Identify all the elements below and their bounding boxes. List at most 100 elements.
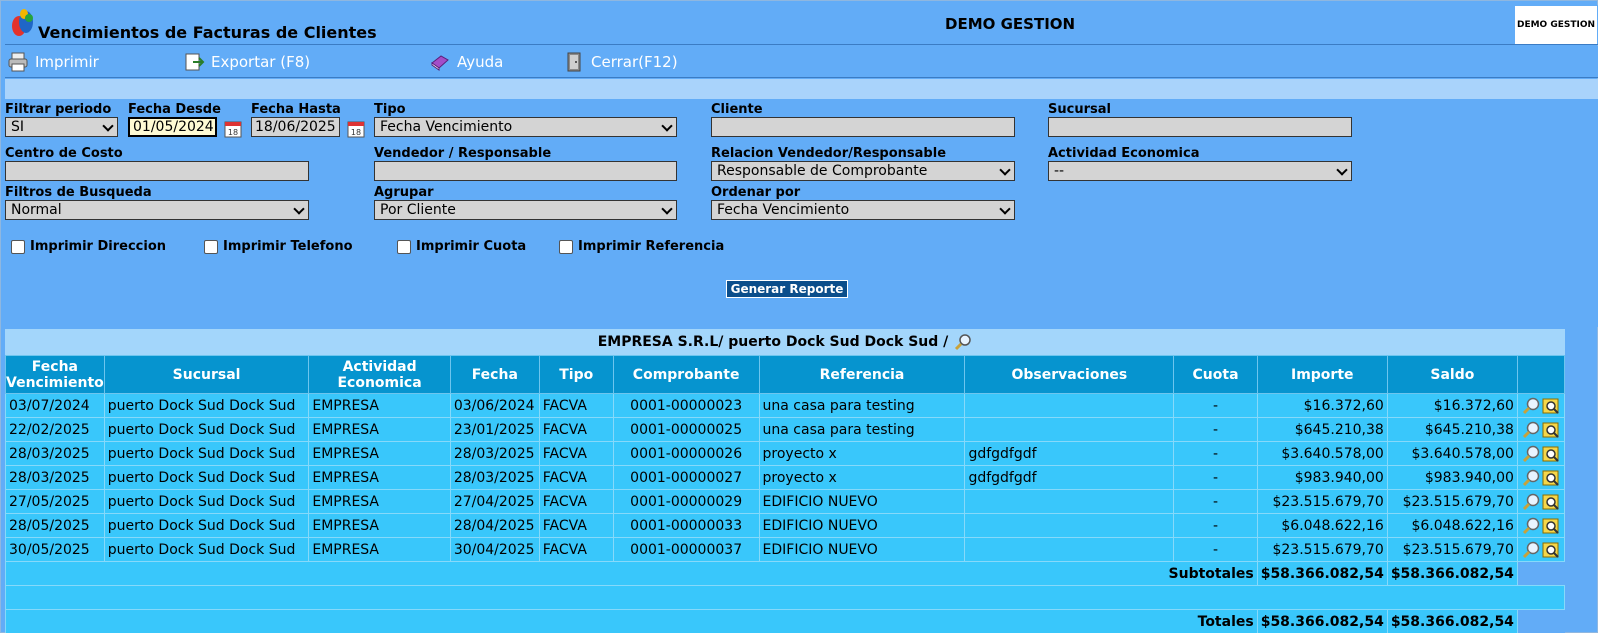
imprimir-direccion-check[interactable]: Imprimir Direccion	[11, 239, 166, 254]
export-icon	[185, 53, 205, 71]
ordenar-select[interactable]: Fecha Vencimiento	[711, 200, 1015, 220]
cell-comprobante: 0001-00000033	[612, 513, 760, 538]
document-search-icon[interactable]	[1541, 396, 1561, 416]
relacion-select[interactable]: Responsable de Comprobante	[711, 161, 1015, 181]
cell-cuota: -	[1173, 465, 1258, 490]
table-row[interactable]: 03/07/2024 puerto Dock Sud Dock Sud EMPRES…	[5, 393, 1566, 418]
sucursal-input[interactable]	[1048, 117, 1352, 137]
cell-cuota: -	[1173, 417, 1258, 442]
magnifier-icon[interactable]	[1521, 444, 1541, 464]
cell-fecha: 28/04/2025	[449, 513, 540, 538]
cell-saldo: $6.048.622,16	[1386, 513, 1518, 538]
table-header-row: Fecha Vencimiento Sucursal Actividad Econo…	[5, 355, 1566, 394]
separator-band	[5, 79, 1598, 99]
imprimir-cuota-check[interactable]: Imprimir Cuota	[397, 239, 526, 254]
magnifier-icon[interactable]	[1521, 396, 1541, 416]
close-button[interactable]: Cerrar(F12)	[563, 50, 678, 74]
cell-actividad: EMPRESA	[308, 465, 451, 490]
checkbox[interactable]	[11, 239, 25, 254]
col-cuota[interactable]: Cuota	[1173, 355, 1258, 394]
magnifier-icon[interactable]	[1521, 468, 1541, 488]
col-fecha-vencimiento[interactable]: Fecha Vencimiento	[5, 355, 105, 394]
fecha-hasta-input[interactable]: 18/06/2025	[251, 117, 340, 137]
printer-icon	[8, 52, 28, 72]
cell-cuota: -	[1173, 513, 1258, 538]
filtrar-periodo-select[interactable]: SI	[5, 117, 118, 137]
table-row[interactable]: 30/05/2025 puerto Dock Sud Dock Sud EMPRES…	[5, 537, 1566, 562]
document-search-icon[interactable]	[1541, 468, 1561, 488]
calendar-icon[interactable]: 18	[222, 118, 244, 140]
col-fecha[interactable]: Fecha	[449, 355, 540, 394]
agrupar-select[interactable]: Por Cliente	[374, 200, 677, 220]
cliente-input[interactable]	[711, 117, 1015, 137]
cell-comprobante: 0001-00000027	[612, 465, 760, 490]
actividad-label: Actividad Economica	[1048, 146, 1200, 161]
help-button[interactable]: Ayuda	[429, 50, 503, 74]
tipo-select[interactable]: Fecha Vencimiento	[374, 117, 677, 137]
generar-reporte-button[interactable]: Generar Reporte	[726, 280, 848, 298]
cell-saldo: $3.640.578,00	[1386, 441, 1518, 466]
document-search-icon[interactable]	[1541, 444, 1561, 464]
centro-costo-input[interactable]	[5, 161, 309, 181]
cell-referencia: EDIFICIO NUEVO	[758, 489, 966, 514]
col-tipo[interactable]: Tipo	[538, 355, 614, 394]
imprimir-telefono-check[interactable]: Imprimir Telefono	[204, 239, 353, 254]
cell-fecha-vencimiento: 28/03/2025	[5, 465, 105, 490]
magnifier-icon[interactable]	[1521, 540, 1541, 560]
cell-comprobante: 0001-00000025	[612, 417, 760, 442]
cell-importe: $6.048.622,16	[1256, 513, 1388, 538]
col-observaciones[interactable]: Observaciones	[964, 355, 1175, 394]
toolbar: Imprimir Exportar (F8) Ayuda Cerrar(F12)	[5, 46, 1598, 78]
document-search-icon[interactable]	[1541, 516, 1561, 536]
magnifier-icon[interactable]	[954, 333, 972, 351]
col-referencia[interactable]: Referencia	[758, 355, 966, 394]
svg-text:18: 18	[351, 128, 361, 137]
col-comprobante[interactable]: Comprobante	[612, 355, 760, 394]
cell-sucursal: puerto Dock Sud Dock Sud	[103, 465, 310, 490]
vendedor-input[interactable]	[374, 161, 677, 181]
cell-actividad: EMPRESA	[308, 393, 451, 418]
document-search-icon[interactable]	[1541, 420, 1561, 440]
imprimir-direccion-label: Imprimir Direccion	[30, 239, 167, 254]
checkbox[interactable]	[204, 239, 218, 254]
magnifier-icon[interactable]	[1521, 516, 1541, 536]
centro-costo-label: Centro de Costo	[5, 146, 123, 161]
brand-logo: DEMO GESTION	[1515, 6, 1597, 44]
table-row[interactable]: 28/03/2025 puerto Dock Sud Dock Sud EMPRES…	[5, 441, 1566, 466]
row-actions	[1516, 441, 1566, 466]
col-saldo[interactable]: Saldo	[1386, 355, 1518, 394]
magnifier-icon[interactable]	[1521, 492, 1541, 512]
cell-saldo: $645.210,38	[1386, 417, 1518, 442]
table-row[interactable]: 28/03/2025 puerto Dock Sud Dock Sud EMPRES…	[5, 465, 1566, 490]
cell-sucursal: puerto Dock Sud Dock Sud	[103, 417, 310, 442]
document-search-icon[interactable]	[1541, 540, 1561, 560]
table-row[interactable]: 28/05/2025 puerto Dock Sud Dock Sud EMPRES…	[5, 513, 1566, 538]
export-button[interactable]: Exportar (F8)	[183, 50, 310, 74]
cell-fecha-vencimiento: 22/02/2025	[5, 417, 105, 442]
table-row[interactable]: 27/05/2025 puerto Dock Sud Dock Sud EMPRES…	[5, 489, 1566, 514]
cell-comprobante: 0001-00000026	[612, 441, 760, 466]
cell-fecha: 03/06/2024	[449, 393, 540, 418]
col-importe[interactable]: Importe	[1256, 355, 1388, 394]
results-table: Fecha Vencimiento Sucursal Actividad Econo…	[5, 355, 1566, 633]
actividad-select[interactable]: --	[1048, 161, 1352, 181]
cell-fecha: 23/01/2025	[449, 417, 540, 442]
print-button[interactable]: Imprimir	[7, 50, 99, 74]
document-search-icon[interactable]	[1541, 492, 1561, 512]
magnifier-icon[interactable]	[1521, 420, 1541, 440]
col-sucursal[interactable]: Sucursal	[103, 355, 310, 394]
filtros-busqueda-select[interactable]: Normal	[5, 200, 309, 220]
checkbox[interactable]	[397, 239, 411, 254]
cell-cuota: -	[1173, 537, 1258, 562]
imprimir-referencia-check[interactable]: Imprimir Referencia	[559, 239, 724, 254]
calendar-icon[interactable]: 18	[345, 118, 367, 140]
checkbox[interactable]	[559, 239, 573, 254]
agrupar-label: Agrupar	[374, 185, 434, 200]
col-actividad[interactable]: Actividad Economica	[308, 355, 451, 394]
cell-importe: $983.940,00	[1256, 465, 1388, 490]
cell-actividad: EMPRESA	[308, 417, 451, 442]
cell-fecha-vencimiento: 30/05/2025	[5, 537, 105, 562]
fecha-desde-input[interactable]: 01/05/2024	[128, 117, 217, 137]
table-row[interactable]: 22/02/2025 puerto Dock Sud Dock Sud EMPRES…	[5, 417, 1566, 442]
imprimir-referencia-label: Imprimir Referencia	[578, 239, 725, 254]
